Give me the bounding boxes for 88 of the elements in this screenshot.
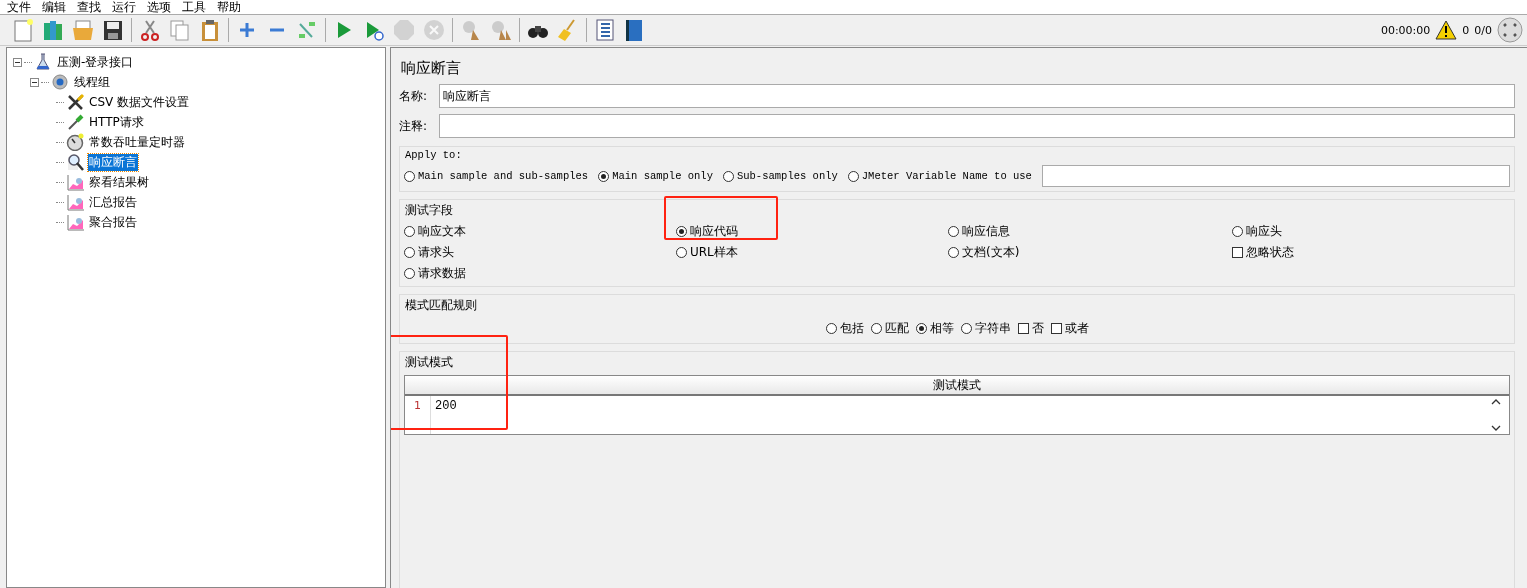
tree-item[interactable]: 汇总报告 [88, 193, 138, 211]
group-title: 测试模式 [405, 354, 454, 371]
tree-item[interactable]: 常数吞吐量定时器 [88, 133, 186, 151]
radio-button[interactable] [722, 170, 734, 182]
option-label: 响应信息 [962, 223, 1010, 240]
radio-button[interactable] [676, 226, 687, 237]
collapse-toggle-icon[interactable] [13, 57, 22, 67]
chart-icon [66, 173, 85, 191]
option-label: 否 [1031, 320, 1044, 337]
scroll-up-icon [1491, 398, 1501, 405]
warning-icon [1435, 20, 1458, 40]
collapse-toggle-icon[interactable] [30, 77, 39, 87]
menu-item[interactable]: 编辑 [35, 0, 69, 14]
option-label: URL样本 [690, 244, 738, 261]
radio-button[interactable] [847, 170, 859, 182]
scissors-icon[interactable] [138, 18, 162, 42]
tree-item[interactable]: 聚合报告 [88, 213, 138, 231]
tree-item[interactable]: 压测-登录接口 [56, 53, 135, 71]
radio-button[interactable] [676, 247, 687, 258]
option-label: 文档(文本) [962, 244, 1020, 261]
panel-title: 响应断言 [400, 58, 462, 79]
field-label: 注释: [399, 117, 429, 135]
tree-item[interactable]: CSV 数据文件设置 [88, 93, 191, 111]
list-icon[interactable] [593, 18, 617, 42]
status-indicator-icon[interactable] [1497, 17, 1523, 43]
radio-button[interactable] [870, 323, 882, 334]
option-label: 相等 [929, 320, 954, 337]
gear-icon [51, 73, 70, 91]
books-icon[interactable] [41, 18, 65, 42]
menu-item[interactable]: 文件 [0, 0, 34, 14]
menu-item[interactable]: 选项 [140, 0, 174, 14]
radio-button[interactable] [404, 170, 415, 182]
elapsed-time: 00:00:00 [1380, 23, 1431, 37]
thread-count: 0/0 [1474, 23, 1492, 37]
option-label: 忽略状态 [1246, 244, 1294, 261]
menu-item[interactable]: 帮助 [210, 0, 244, 14]
magnifier-icon [66, 153, 85, 171]
option-label: 请求头 [418, 244, 454, 261]
line-number: 1 [405, 396, 431, 434]
warning-count: 0 [1462, 23, 1470, 37]
option-label: 响应代码 [690, 223, 738, 240]
checkbox[interactable] [1232, 247, 1243, 258]
flask-icon [34, 53, 53, 71]
option-label: 包括 [839, 320, 864, 337]
menu-item[interactable]: 工具 [175, 0, 209, 14]
checkbox[interactable] [1017, 323, 1029, 334]
chart-icon [66, 193, 85, 211]
option-label: 响应文本 [418, 223, 466, 240]
radio-button[interactable] [598, 170, 610, 182]
option-label: Sub-samples only [736, 170, 838, 182]
group-title: Apply to: [405, 149, 463, 161]
scroll-down-icon [1491, 425, 1501, 432]
option-label: 请求数据 [418, 265, 466, 282]
variable-name-field[interactable] [1041, 165, 1510, 187]
option-label: 或者 [1064, 320, 1089, 337]
option-label: 字符串 [974, 320, 1011, 337]
radio-button[interactable] [948, 247, 959, 258]
radio-button[interactable] [404, 226, 415, 237]
name-field[interactable]: 响应断言 [439, 84, 1515, 108]
tree-item[interactable]: 线程组 [73, 73, 111, 91]
option-label: JMeter Variable Name to use [861, 170, 1032, 182]
group-title: 测试字段 [405, 202, 454, 219]
option-label: Main sample and sub-samples [418, 170, 589, 182]
stopwatch-icon [66, 133, 85, 151]
checkbox[interactable] [1050, 323, 1062, 334]
radio-button[interactable] [1232, 226, 1243, 237]
radio-button[interactable] [404, 268, 415, 279]
radio-button[interactable] [915, 323, 927, 334]
tree-item[interactable]: HTTP请求 [88, 113, 145, 131]
tree-item[interactable]: 察看结果树 [88, 173, 150, 191]
option-label: Main sample only [612, 170, 713, 182]
pattern-text[interactable]: 200 [431, 396, 1491, 434]
radio-button[interactable] [825, 323, 837, 334]
chart-icon [66, 213, 85, 231]
radio-button[interactable] [960, 323, 972, 334]
pipette-icon [66, 113, 85, 131]
option-label: 匹配 [884, 320, 909, 337]
group-title: 模式匹配规则 [405, 297, 478, 314]
tree-item[interactable]: 响应断言 [88, 153, 138, 171]
option-label: 响应头 [1246, 223, 1282, 240]
comment-field[interactable] [439, 114, 1515, 138]
radio-button[interactable] [948, 226, 959, 237]
menu-item[interactable]: 运行 [105, 0, 139, 14]
column-header[interactable]: 测试模式 [405, 376, 1509, 396]
field-label: 名称: [399, 87, 429, 105]
wrench-screwdriver-icon [66, 93, 85, 111]
radio-button[interactable] [404, 247, 415, 258]
menu-item[interactable]: 查找 [70, 0, 104, 14]
